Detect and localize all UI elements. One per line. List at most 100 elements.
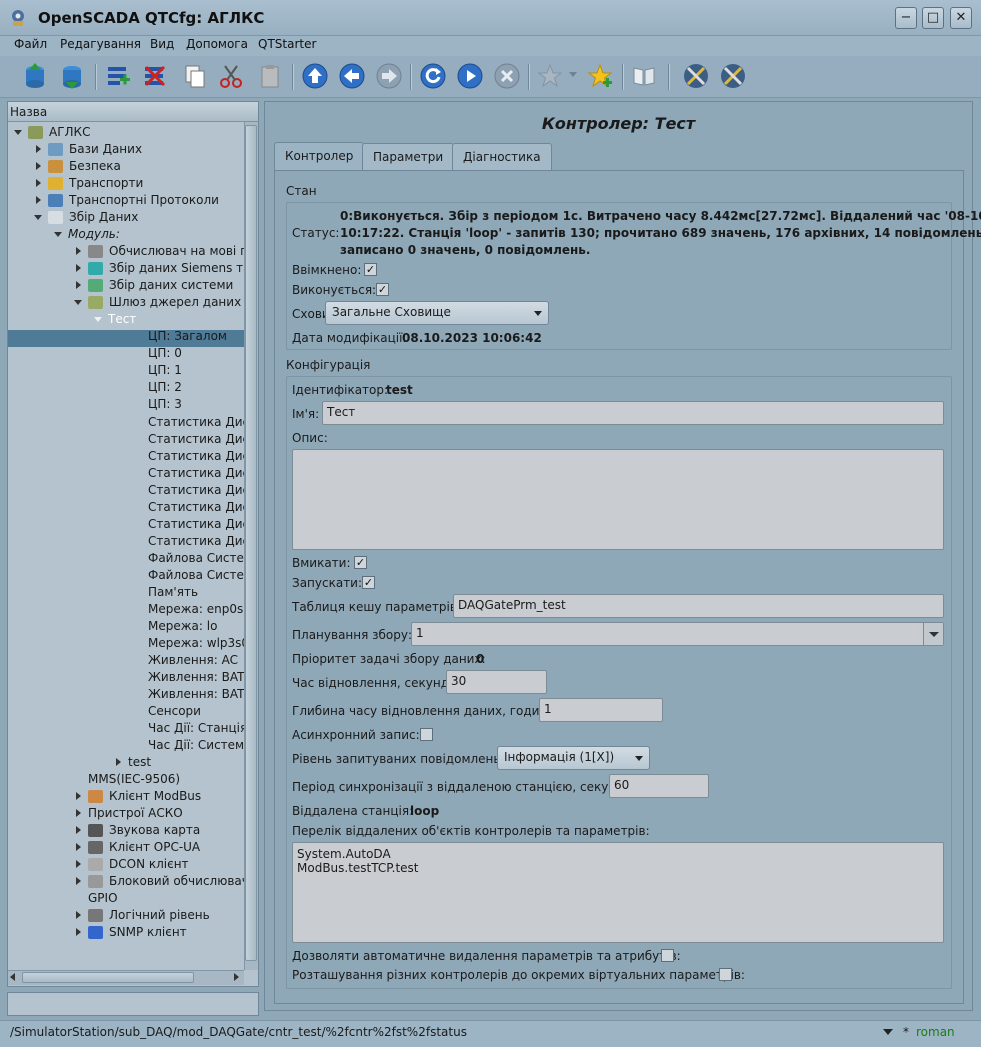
status-user[interactable]: roman	[916, 1025, 955, 1039]
expand-arrow-icon[interactable]	[36, 179, 41, 187]
stop-icon[interactable]	[492, 61, 522, 91]
db-save-icon[interactable]	[57, 61, 87, 91]
tree-item[interactable]: ЦП: Загалом	[148, 328, 244, 345]
tree-item[interactable]: Статистика Диску: s	[148, 516, 244, 533]
tree-item[interactable]: test	[128, 754, 244, 771]
scroll-left-icon[interactable]	[10, 973, 15, 981]
tree-item[interactable]: ЦП: 1	[148, 362, 244, 379]
tree-item[interactable]: ЦП: 3	[148, 396, 244, 413]
tree-item[interactable]: Обчислювач на мові п	[109, 243, 244, 260]
tools2-icon[interactable]	[718, 61, 748, 91]
schedule-combo[interactable]: 1	[411, 622, 944, 646]
tree-item[interactable]: Пристрої АСКО	[88, 805, 244, 822]
tree-item[interactable]: Час Дії: Станція	[148, 720, 244, 737]
auto-delete-checkbox[interactable]	[661, 949, 674, 962]
start-icon[interactable]	[455, 61, 485, 91]
collapse-arrow-icon[interactable]	[74, 300, 82, 305]
menu-qtstarter[interactable]: QTStarter	[258, 37, 316, 51]
tree-item[interactable]: Статистика Диску: s	[148, 533, 244, 550]
star-add-icon[interactable]	[585, 61, 615, 91]
tree-item[interactable]: Мережа: enp0s25	[148, 601, 244, 618]
tree-item[interactable]: Безпека	[69, 158, 244, 175]
enabled-checkbox[interactable]: ✓	[364, 263, 377, 276]
expand-arrow-icon[interactable]	[76, 928, 81, 936]
tree-item[interactable]: Сенсори	[148, 703, 244, 720]
description-textarea[interactable]	[292, 449, 944, 550]
placement-checkbox[interactable]	[719, 968, 732, 981]
tab-parameters[interactable]: Параметри	[362, 143, 455, 170]
tree-item[interactable]: MMS(IEC-9506)	[88, 771, 244, 788]
restore-depth-input[interactable]: 1	[539, 698, 663, 722]
expand-arrow-icon[interactable]	[116, 758, 121, 766]
tree-header[interactable]: Назва	[8, 102, 258, 122]
restore-time-input[interactable]: 30	[446, 670, 547, 694]
tree-item[interactable]: ЦП: 2	[148, 379, 244, 396]
tostart-checkbox[interactable]: ✓	[362, 576, 375, 589]
tree-item[interactable]: Статистика Диску: s	[148, 482, 244, 499]
delete-item-icon[interactable]	[140, 61, 170, 91]
close-button[interactable]: ✕	[950, 7, 972, 29]
collapse-arrow-icon[interactable]	[34, 215, 42, 220]
status-dropdown-icon[interactable]	[883, 1029, 893, 1035]
tree-item[interactable]: АГЛКС	[49, 124, 244, 141]
db-load-icon[interactable]	[20, 61, 50, 91]
minimize-button[interactable]: −	[895, 7, 917, 29]
expand-arrow-icon[interactable]	[76, 826, 81, 834]
menu-edit[interactable]: Редагування	[60, 37, 141, 51]
expand-arrow-icon[interactable]	[36, 196, 41, 204]
tree-item[interactable]: Статистика Диску: s	[148, 448, 244, 465]
tree-item[interactable]: Блоковий обчислювач	[109, 873, 244, 890]
tools-icon[interactable]	[681, 61, 711, 91]
tree-horizontal-scroll-thumb[interactable]	[22, 972, 194, 983]
async-write-checkbox[interactable]	[420, 728, 433, 741]
tree-item[interactable]: Статистика Диску: s	[148, 431, 244, 448]
tab-diagnostics[interactable]: Діагностика	[452, 143, 552, 170]
tree-item[interactable]: Клієнт ModBus	[109, 788, 244, 805]
expand-arrow-icon[interactable]	[76, 264, 81, 272]
paste-icon[interactable]	[255, 61, 285, 91]
tree-item[interactable]: Мережа: wlp3s0	[148, 635, 244, 652]
tree-item[interactable]: Мережа: lo	[148, 618, 244, 635]
tree-item[interactable]: Збір даних Siemens та	[109, 260, 244, 277]
expand-arrow-icon[interactable]	[76, 843, 81, 851]
expand-arrow-icon[interactable]	[36, 162, 41, 170]
expand-arrow-icon[interactable]	[76, 281, 81, 289]
msg-level-select[interactable]: Інформація (1[X])	[497, 746, 650, 770]
cache-table-input[interactable]: DAQGatePrm_test	[453, 594, 944, 618]
tree-item[interactable]: Статистика Диску: s	[148, 499, 244, 516]
expand-arrow-icon[interactable]	[76, 792, 81, 800]
tree-vertical-scroll-thumb[interactable]	[245, 125, 257, 961]
tree-item[interactable]: Пам'ять	[148, 584, 244, 601]
tree-item[interactable]: Бази Даних	[69, 141, 244, 158]
expand-arrow-icon[interactable]	[76, 911, 81, 919]
tree-item[interactable]: ЦП: 0	[148, 345, 244, 362]
scroll-right-icon[interactable]	[234, 973, 239, 981]
star-icon[interactable]	[535, 61, 565, 91]
tree-item[interactable]: Час Дії: Система	[148, 737, 244, 754]
collapse-arrow-icon[interactable]	[14, 130, 22, 135]
tree-item[interactable]: GPIO	[88, 890, 244, 907]
tree-item[interactable]: Тест	[108, 311, 244, 328]
tree-item[interactable]: Модуль:	[68, 226, 244, 243]
expand-arrow-icon[interactable]	[36, 145, 41, 153]
tree-item[interactable]: Транспортні Протоколи	[69, 192, 244, 209]
tree-item[interactable]: Транспорти	[69, 175, 244, 192]
tree-item[interactable]: DCON клієнт	[109, 856, 244, 873]
name-input[interactable]: Тест	[322, 401, 944, 425]
collapse-arrow-icon[interactable]	[94, 317, 102, 322]
tree-item[interactable]: Статистика Диску: s	[148, 465, 244, 482]
maximize-button[interactable]: □	[922, 7, 944, 29]
tree-item[interactable]: Шлюз джерел даних	[109, 294, 244, 311]
objects-textarea[interactable]: System.AutoDA ModBus.testTCP.test	[292, 842, 944, 943]
tree-item[interactable]: Логічний рівень	[109, 907, 244, 924]
copy-icon[interactable]	[180, 61, 210, 91]
collapse-arrow-icon[interactable]	[54, 232, 62, 237]
menu-help[interactable]: Допомога	[186, 37, 248, 51]
expand-arrow-icon[interactable]	[76, 877, 81, 885]
star-dropdown-icon[interactable]	[569, 72, 577, 77]
tree-item[interactable]: Клієнт OPC-UA	[109, 839, 244, 856]
tree-item[interactable]: Файлова Система:	[148, 567, 244, 584]
cut-icon[interactable]	[216, 61, 246, 91]
forward-icon[interactable]	[374, 61, 404, 91]
expand-arrow-icon[interactable]	[76, 247, 81, 255]
